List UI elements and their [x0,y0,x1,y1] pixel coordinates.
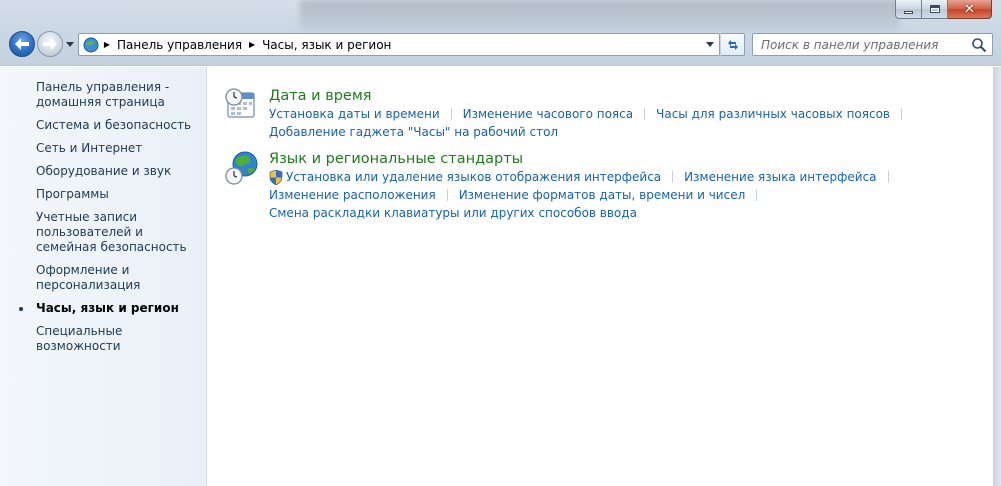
sidebar-item-label: Система и безопасность [36,118,192,132]
breadcrumb-separator-icon[interactable]: ▶ [100,40,114,49]
close-button[interactable]: ✕ [948,0,992,19]
search-icon[interactable] [971,37,987,53]
breadcrumb-separator-icon[interactable]: ▶ [245,40,259,49]
link-row: Смена раскладки клавиатуры или других сп… [269,204,989,222]
link-separator [901,108,902,120]
sidebar: Панель управления - домашняя страница Си… [0,67,207,486]
sidebar-item-hardware-sound[interactable]: Оборудование и звук [0,164,206,179]
sidebar-item-label: Специальные возможности [36,324,123,353]
sidebar-list: Панель управления - домашняя страница Си… [0,67,206,354]
link-change-location[interactable]: Изменение расположения [269,188,436,202]
category-title-date-time[interactable]: Дата и время [269,87,989,105]
link-separator [756,189,758,201]
sidebar-item-clock-language-region[interactable]: Часы, язык и регион [0,301,206,316]
refresh-icon [727,39,738,50]
category-title-region-language[interactable]: Язык и региональные стандарты [269,150,989,168]
search-box[interactable] [752,33,993,56]
recent-pages-dropdown[interactable] [64,39,76,49]
window-controls: ✕ [895,0,992,19]
sidebar-item-label: Часы, язык и регион [36,301,179,315]
calendar-clock-icon[interactable] [224,87,260,123]
link-row: Добавление гаджета "Часы" на рабочий сто… [269,123,989,141]
link-change-keyboards-input-methods[interactable]: Смена раскладки клавиатуры или других сп… [269,206,637,220]
sidebar-item-network-internet[interactable]: Сеть и Интернет [0,141,206,156]
sidebar-item-label: Сеть и Интернет [36,141,143,155]
sidebar-item-appearance[interactable]: Оформление и персонализация [0,263,206,293]
sidebar-item-label: Программы [36,187,109,201]
main-content: Дата и время Установка даты и времени Из… [208,67,993,486]
sidebar-item-system-security[interactable]: Система и безопасность [0,118,206,133]
link-change-time-zone[interactable]: Изменение часового пояса [463,107,633,121]
back-button[interactable] [9,31,35,57]
chevron-down-icon [66,41,74,47]
forward-button[interactable] [37,31,63,57]
current-item-bullet-icon [19,307,23,311]
link-separator [644,108,646,120]
link-row: Изменение расположения Изменение формато… [269,186,989,204]
link-change-date-time-number-formats[interactable]: Изменение форматов даты, времени и чисел [459,188,746,202]
sidebar-item-label: Учетные записи пользователей и семейная … [36,210,187,254]
address-history-dropdown[interactable] [703,37,717,52]
sidebar-item-ease-of-access[interactable]: Специальные возможности [0,324,206,354]
link-separator [887,171,889,183]
link-row: Установка или удаление языков отображени… [269,168,989,186]
link-row: Установка даты и времени Изменение часов… [269,105,989,123]
maximize-icon [929,5,940,13]
arrow-left-icon [15,38,29,50]
sidebar-item-programs[interactable]: Программы [0,187,206,202]
link-change-display-language[interactable]: Изменение языка интерфейса [684,170,876,184]
breadcrumb-control-panel[interactable]: Панель управления [114,38,245,52]
sidebar-item-label: Оборудование и звук [36,164,172,178]
chevron-down-icon [706,42,714,47]
link-separator [450,108,452,120]
uac-shield-icon [269,169,283,185]
category-body: Язык и региональные стандарты Установка … [269,150,989,222]
link-install-uninstall-display-languages[interactable]: Установка или удаление языков отображени… [286,170,661,184]
link-separator [446,189,448,201]
maximize-button[interactable] [922,0,948,19]
link-set-date-time[interactable]: Установка даты и времени [269,107,440,121]
breadcrumb-clock-language-region[interactable]: Часы, язык и регион [259,38,394,52]
minimize-button[interactable] [895,0,922,19]
close-icon: ✕ [964,1,975,17]
link-separator [672,171,674,183]
sidebar-item-user-accounts[interactable]: Учетные записи пользователей и семейная … [0,210,206,255]
minimize-icon [904,10,913,14]
sidebar-item-label: Оформление и персонализация [36,263,141,292]
address-bar[interactable]: ▶ Панель управления ▶ Часы, язык и регио… [78,33,720,56]
globe-clock-icon[interactable] [224,150,260,186]
search-input[interactable] [761,37,966,52]
window-titlebar: ✕ ▶ Панель управления ▶ Часы, язык и рег… [0,0,1001,66]
sidebar-item-control-panel-home[interactable]: Панель управления - домашняя страница [0,80,206,110]
category-body: Дата и время Установка даты и времени Из… [269,87,989,141]
window-right-border [993,67,1001,486]
link-add-clock-gadget[interactable]: Добавление гаджета "Часы" на рабочий сто… [269,125,558,139]
link-clocks-different-time-zones[interactable]: Часы для различных часовых поясов [656,107,890,121]
refresh-button[interactable] [721,33,745,56]
control-panel-icon [83,37,99,52]
arrow-right-icon [43,38,57,50]
sidebar-item-label: Панель управления - домашняя страница [36,80,170,109]
